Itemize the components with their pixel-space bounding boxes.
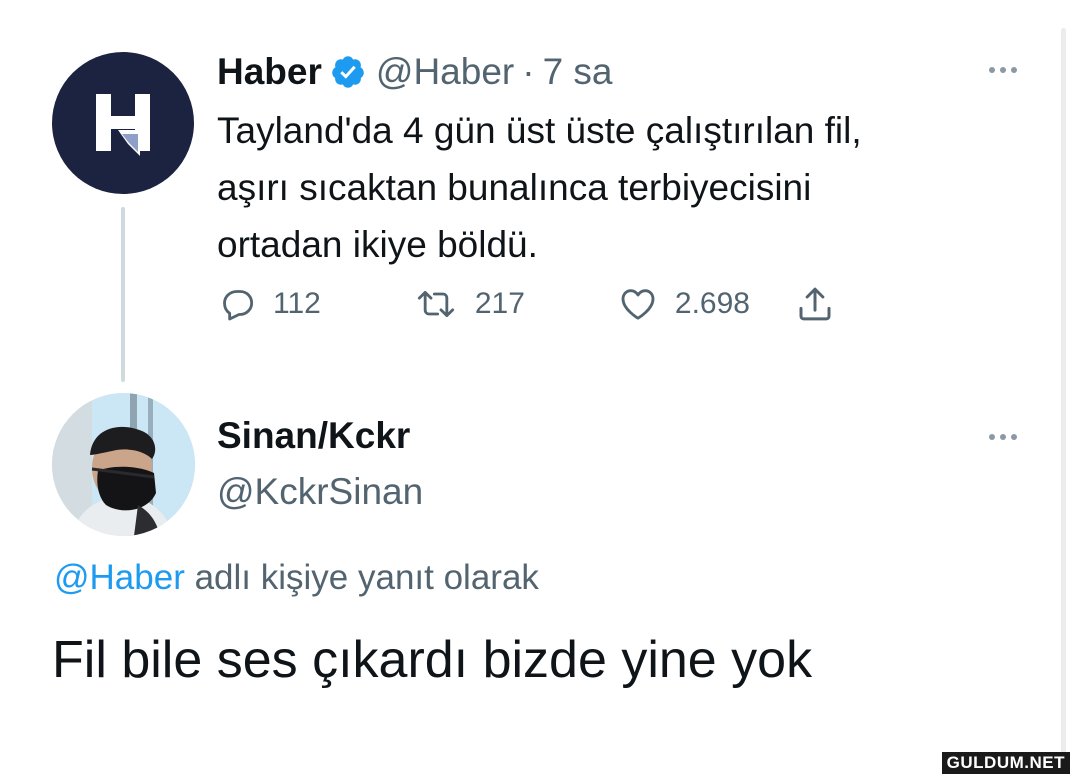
- thread-line: [121, 207, 125, 382]
- timestamp[interactable]: 7 sa: [543, 51, 613, 93]
- tweet-text-line: aşırı sıcaktan bunalınca terbiyecisini: [217, 167, 812, 208]
- reply-button[interactable]: 112: [217, 284, 321, 324]
- tweet-actions: 112 217 2.698: [217, 281, 836, 327]
- more-icon[interactable]: [982, 60, 1024, 80]
- separator: ·: [522, 51, 535, 92]
- tweet-text: Tayland'da 4 gün üst üste çalıştırılan f…: [217, 102, 997, 273]
- tweet-text-line: Tayland'da 4 gün üst üste çalıştırılan f…: [217, 110, 862, 151]
- reply-count: 112: [273, 287, 321, 320]
- replying-mention-link[interactable]: @Haber: [54, 558, 185, 597]
- replying-suffix: adlı kişiye yanıt olarak: [184, 558, 539, 597]
- author-name[interactable]: Haber: [217, 51, 322, 93]
- reply-handle[interactable]: @KckrSinan: [217, 471, 423, 513]
- watermark: GULDUM.NET: [941, 752, 1070, 774]
- share-icon: [799, 287, 831, 321]
- reply-author-name[interactable]: Sinan/Kckr: [217, 415, 410, 457]
- handle[interactable]: @Haber: [376, 51, 514, 93]
- scrollbar[interactable]: [1061, 28, 1066, 768]
- haber-avatar[interactable]: [52, 52, 194, 194]
- like-button[interactable]: 2.698: [617, 284, 750, 324]
- sinan-avatar[interactable]: [52, 393, 195, 536]
- like-count: 2.698: [674, 287, 750, 320]
- profile-photo: [52, 393, 195, 536]
- haber-logo-icon: [96, 94, 150, 156]
- retweet-icon: [417, 290, 454, 318]
- tweet-header: Haber @Haber · 7 sa: [217, 50, 613, 94]
- retweet-button[interactable]: 217: [413, 284, 525, 324]
- replying-to: @Haber adlı kişiye yanıt olarak: [54, 558, 539, 598]
- reply-text: Fil bile ses çıkardı bizde yine yok: [52, 631, 813, 689]
- tweet-text-line: ortadan ikiye böldü.: [217, 224, 538, 265]
- reply-icon: [223, 290, 254, 321]
- share-button[interactable]: [794, 283, 836, 325]
- more-icon[interactable]: [982, 427, 1024, 447]
- like-icon: [621, 289, 655, 320]
- retweet-count: 217: [474, 287, 525, 320]
- verified-badge-icon: [332, 56, 364, 88]
